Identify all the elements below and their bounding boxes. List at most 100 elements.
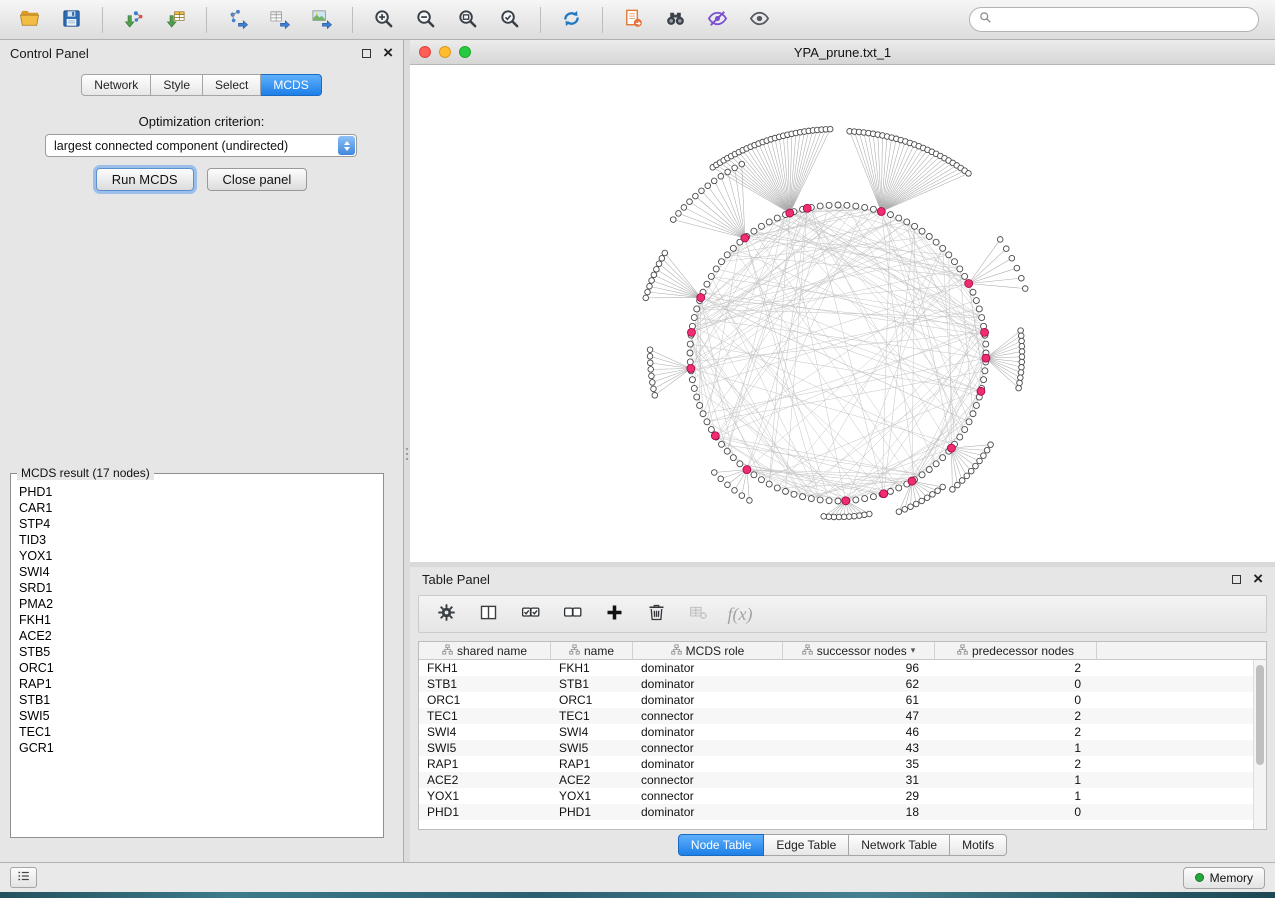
table-cell: PHD1 [419, 805, 551, 819]
column-header-shared-name[interactable]: shared name [419, 642, 551, 660]
maximize-window-button[interactable] [459, 46, 471, 58]
column-header-name[interactable]: name [551, 642, 633, 660]
network-titlebar[interactable]: YPA_prune.txt_1 [410, 40, 1275, 65]
refresh-network-button[interactable] [552, 4, 591, 36]
export-image-button[interactable] [302, 4, 341, 36]
table-tab-edge-table[interactable]: Edge Table [764, 834, 849, 856]
mcds-result-item[interactable]: GCR1 [19, 740, 375, 756]
mcds-result-item[interactable]: TEC1 [19, 724, 375, 740]
zoom-out-button[interactable] [406, 4, 445, 36]
zoom-selected-button[interactable] [490, 4, 529, 36]
scrollbar-thumb[interactable] [1256, 665, 1264, 765]
minimize-window-button[interactable] [439, 46, 451, 58]
toolbar-separator [102, 7, 103, 33]
mcds-result-item[interactable]: CAR1 [19, 500, 375, 516]
table-cell: 43 [783, 741, 935, 755]
import-table-button[interactable] [156, 4, 195, 36]
close-table-panel-icon[interactable]: × [1253, 573, 1263, 585]
control-tab-mcds[interactable]: MCDS [261, 74, 321, 96]
float-table-panel-icon[interactable] [1232, 575, 1241, 584]
mcds-result-item[interactable]: TID3 [19, 532, 375, 548]
mcds-result-item[interactable]: PHD1 [19, 484, 375, 500]
column-header-successor-nodes[interactable]: successor nodes▾ [783, 642, 935, 660]
run-mcds-button[interactable]: Run MCDS [96, 168, 194, 191]
table-row[interactable]: FKH1FKH1dominator962 [419, 660, 1266, 676]
float-panel-icon[interactable] [362, 49, 371, 58]
control-tab-network[interactable]: Network [81, 74, 151, 96]
select-all-icon [520, 602, 541, 626]
control-panel-title: Control Panel [10, 46, 89, 61]
gear-icon [436, 602, 457, 626]
table-tab-motifs[interactable]: Motifs [950, 834, 1007, 856]
column-menu-icon[interactable]: ▾ [911, 645, 916, 656]
import-table-icon [164, 7, 187, 33]
network-from-selection-button[interactable] [614, 4, 653, 36]
table-tab-network-table[interactable]: Network Table [849, 834, 950, 856]
mcds-result-item[interactable]: PMA2 [19, 596, 375, 612]
search-icon [978, 10, 993, 30]
find-neighbors-button[interactable] [656, 4, 695, 36]
close-window-button[interactable] [419, 46, 431, 58]
zoom-fit-button[interactable] [448, 4, 487, 36]
network-graph[interactable] [410, 65, 1275, 562]
table-cell: dominator [633, 677, 783, 691]
table-panel-header: Table Panel × [410, 567, 1275, 591]
table-row[interactable]: ORC1ORC1dominator610 [419, 692, 1266, 708]
export-network-button[interactable] [218, 4, 257, 36]
mcds-result-item[interactable]: STP4 [19, 516, 375, 532]
column-sort-icon [802, 644, 813, 658]
import-network-button[interactable] [114, 4, 153, 36]
open-file-button[interactable] [10, 4, 49, 36]
control-tab-style[interactable]: Style [151, 74, 203, 96]
mcds-result-item[interactable]: RAP1 [19, 676, 375, 692]
save-session-button[interactable] [52, 4, 91, 36]
mcds-result-item[interactable]: ACE2 [19, 628, 375, 644]
show-all-button[interactable] [740, 4, 779, 36]
table-tab-node-table[interactable]: Node Table [678, 834, 765, 856]
mcds-result-item[interactable]: YOX1 [19, 548, 375, 564]
mcds-result-item[interactable]: SWI5 [19, 708, 375, 724]
table-scrollbar[interactable] [1253, 660, 1266, 829]
table-row[interactable]: YOX1YOX1connector291 [419, 788, 1266, 804]
status-bar: Memory [0, 862, 1275, 892]
network-canvas[interactable] [410, 65, 1275, 562]
deselect-all-rows-button[interactable] [555, 599, 589, 629]
mcds-result-item[interactable]: STB5 [19, 644, 375, 660]
export-table-icon [268, 7, 291, 33]
mcds-result-item[interactable]: SRD1 [19, 580, 375, 596]
mcds-result-list[interactable]: PHD1CAR1STP4TID3YOX1SWI4SRD1PMA2FKH1ACE2… [11, 482, 383, 828]
table-row[interactable]: ACE2ACE2connector311 [419, 772, 1266, 788]
table-settings-button[interactable] [429, 599, 463, 629]
table-row[interactable]: SWI5SWI5connector431 [419, 740, 1266, 756]
table-row[interactable]: PHD1PHD1dominator180 [419, 804, 1266, 820]
delete-rows-button[interactable] [639, 599, 673, 629]
table-row[interactable]: TEC1TEC1connector472 [419, 708, 1266, 724]
table-row[interactable]: RAP1RAP1dominator352 [419, 756, 1266, 772]
table-row[interactable]: SWI4SWI4dominator462 [419, 724, 1266, 740]
criterion-select[interactable]: largest connected component (undirected) [45, 134, 357, 157]
control-tab-select[interactable]: Select [203, 74, 261, 96]
column-header-mcds-role[interactable]: MCDS role [633, 642, 783, 660]
mcds-result-item[interactable]: FKH1 [19, 612, 375, 628]
select-all-rows-button[interactable] [513, 599, 547, 629]
table-cell: 1 [935, 741, 1097, 755]
close-panel-icon[interactable]: × [383, 47, 393, 59]
table-row[interactable]: STB1STB1dominator620 [419, 676, 1266, 692]
column-header-predecessor-nodes[interactable]: predecessor nodes [935, 642, 1097, 660]
search-box[interactable] [969, 7, 1259, 32]
eye-slash-icon [706, 7, 729, 33]
hide-selected-button[interactable] [698, 4, 737, 36]
export-table-button[interactable] [260, 4, 299, 36]
close-mcds-panel-button[interactable]: Close panel [207, 168, 308, 191]
mcds-result-item[interactable]: STB1 [19, 692, 375, 708]
table-cell: 2 [935, 661, 1097, 675]
panel-menu-button[interactable] [10, 867, 37, 888]
column-visibility-button[interactable] [471, 599, 505, 629]
table-cell: YOX1 [419, 789, 551, 803]
memory-button[interactable]: Memory [1183, 867, 1265, 889]
search-input[interactable] [998, 13, 1250, 27]
mcds-result-item[interactable]: SWI4 [19, 564, 375, 580]
add-row-button[interactable] [597, 599, 631, 629]
mcds-result-item[interactable]: ORC1 [19, 660, 375, 676]
zoom-in-button[interactable] [364, 4, 403, 36]
